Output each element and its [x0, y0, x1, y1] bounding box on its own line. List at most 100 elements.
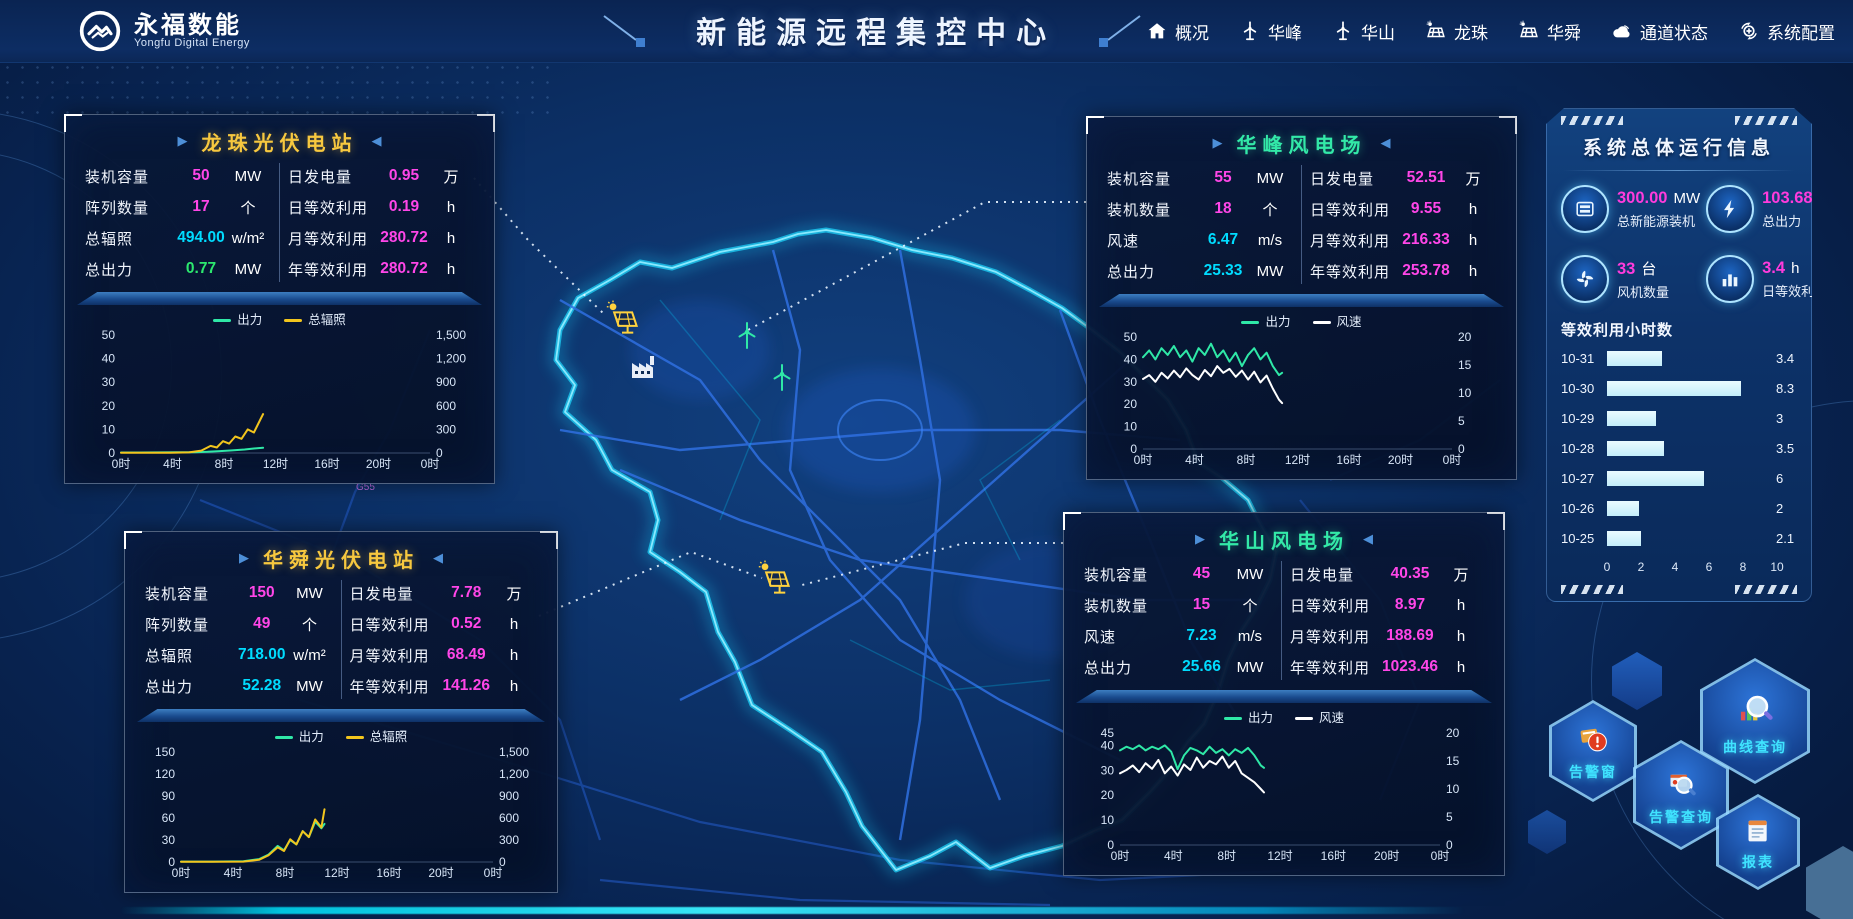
station-line-chart: 出力风速50403020100201510500时4时8时12时16时20时0时 [1097, 309, 1506, 471]
svg-text:8时: 8时 [215, 457, 234, 471]
svg-text:20时: 20时 [366, 457, 391, 471]
stat-value: 17 [177, 198, 225, 216]
nav-item-huashun[interactable]: 华舜 [1518, 19, 1581, 44]
station-stats: 装机容量55MW装机数量18个风速6.47m/s总出力25.33MW日发电量52… [1097, 163, 1506, 290]
bar-track [1607, 381, 1769, 396]
connector-huafeng [748, 202, 1086, 330]
equivalent-hours-bar-chart: 10-313.410-308.310-29310-283.510-27610-2… [1561, 350, 1797, 576]
svg-text:8时: 8时 [1217, 849, 1236, 863]
legend-swatch [284, 319, 302, 322]
alarm-window-button[interactable]: 告警窗 [1549, 700, 1637, 802]
divider-trapezoid [77, 292, 482, 305]
legend-item: 出力 [213, 309, 262, 328]
bar-category-label: 10-31 [1561, 351, 1607, 366]
stat-unit: MW [1227, 566, 1273, 583]
line-chart-svg: 50403020100201510500时4时8时12时16时20时0时 [1099, 331, 1504, 471]
stat-unit: 万 [428, 166, 474, 187]
report-button[interactable]: 报表 [1716, 794, 1800, 890]
connector-huashun [539, 552, 762, 616]
legend-label: 风速 [1337, 315, 1362, 329]
stat-label: 总出力 [85, 259, 177, 280]
panel-huashun-pv-station: ▶华舜光伏电站◀装机容量150MW阵列数量49个总辐照718.00w/m²总出力… [124, 531, 558, 893]
bar-track [1607, 501, 1769, 516]
nav-item-overview[interactable]: 概况 [1146, 19, 1209, 44]
svg-text:20: 20 [1101, 788, 1115, 802]
tile-unit: h [1791, 260, 1799, 277]
map-solar-station-icon-2[interactable] [759, 561, 789, 593]
title-deco-left [598, 10, 654, 50]
map-solar-station-icon[interactable] [607, 301, 637, 333]
svg-text:4时: 4时 [224, 866, 243, 880]
system-stat-tiles: 300.00MW总新能源装机103.68MW总出力33台风机数量3.4h日等效利… [1561, 185, 1797, 303]
stat-row: 年等效利用141.26h [350, 673, 538, 699]
station-stats: 装机容量50MW阵列数量17个总辐照494.00w/m²总出力0.77MW日发电… [75, 161, 484, 288]
bar-chart-x-axis: 0246810 [1607, 560, 1777, 576]
station-line-chart: 出力风速45403020100201510500时4时8时12时16时20时0时 [1074, 705, 1494, 867]
legend-swatch [346, 736, 364, 739]
svg-text:4时: 4时 [1185, 453, 1204, 467]
svg-text:20: 20 [1124, 397, 1138, 411]
stat-label: 总辐照 [85, 228, 177, 249]
svg-text:40: 40 [1124, 352, 1138, 366]
stat-label: 风速 [1084, 626, 1176, 647]
legend-swatch [1313, 321, 1331, 324]
stat-value: 0.19 [380, 198, 428, 216]
nav-item-label: 概况 [1175, 19, 1209, 44]
bar-value: 2.1 [1776, 531, 1794, 546]
nav-item-channel-status[interactable]: 通道状态 [1611, 19, 1708, 44]
logo[interactable]: 永福数能 Yongfu Digital Energy [78, 9, 250, 53]
logo-name-en: Yongfu Digital Energy [134, 38, 250, 50]
svg-text:0时: 0时 [421, 457, 440, 471]
tile-value: 103.68 [1762, 189, 1812, 208]
bar-track [1607, 351, 1769, 366]
hatch-decoration [1561, 116, 1623, 125]
stat-unit: h [1450, 201, 1496, 218]
legend-swatch [1295, 717, 1313, 720]
alarm-query-button[interactable]: 告警查询 [1633, 740, 1729, 850]
svg-text:30: 30 [102, 375, 116, 389]
svg-text:60: 60 [162, 811, 176, 825]
stat-unit: MW [1247, 263, 1293, 280]
divider-trapezoid [137, 709, 545, 722]
button-label: 告警窗 [1569, 762, 1617, 782]
stat-label: 总出力 [1084, 657, 1176, 678]
stat-row: 月等效利用188.69h [1290, 623, 1484, 649]
map-wind-turbine-icon-2[interactable] [775, 365, 790, 390]
stat-row: 装机容量45MW [1084, 561, 1273, 587]
station-title-row: ▶龙珠光伏电站◀ [75, 121, 484, 161]
stat-label: 装机数量 [1107, 199, 1199, 220]
curve-icon [1734, 686, 1776, 734]
tile-value: 3.4 [1762, 259, 1785, 278]
svg-text:12时: 12时 [324, 866, 349, 880]
bar-category-label: 10-29 [1561, 411, 1607, 426]
stat-value: 40.35 [1382, 565, 1438, 583]
stat-value: 0.95 [380, 167, 428, 185]
station-title: 华舜光伏电站 [263, 544, 419, 573]
stats-column: 日发电量40.35万日等效利用8.97h月等效利用188.69h年等效利用102… [1281, 561, 1492, 680]
svg-text:600: 600 [436, 399, 456, 413]
stat-unit: h [491, 647, 537, 664]
divider-trapezoid [1076, 690, 1492, 703]
legend-label: 总辐照 [370, 730, 408, 744]
nav-item-huashan[interactable]: 华山 [1332, 19, 1395, 44]
legend-swatch [275, 736, 293, 739]
svg-text:10: 10 [1124, 420, 1138, 434]
stat-row: 总出力25.66MW [1084, 654, 1273, 680]
station-stats: 装机容量150MW阵列数量49个总辐照718.00w/m²总出力52.28MW日… [135, 578, 547, 705]
nav-item-huafeng[interactable]: 华峰 [1239, 19, 1302, 44]
panel-longzhu-pv-station: ▶龙珠光伏电站◀装机容量50MW阵列数量17个总辐照494.00w/m²总出力0… [64, 114, 495, 484]
svg-text:50: 50 [102, 329, 116, 342]
stat-value: 52.28 [237, 677, 287, 695]
nav-item-system-config[interactable]: 系统配置 [1738, 19, 1835, 44]
stat-value: 718.00 [237, 646, 287, 664]
bar-fill [1607, 531, 1641, 546]
stat-value: 141.26 [442, 677, 492, 695]
hatch-decoration [1735, 116, 1797, 125]
station-title: 华峰风电场 [1237, 129, 1367, 158]
title-arrow-left-icon: ◀ [1381, 135, 1391, 151]
panel-huafeng-wind-farm: ▶华峰风电场◀装机容量55MW装机数量18个风速6.47m/s总出力25.33M… [1086, 116, 1517, 480]
stat-label: 月等效利用 [1310, 230, 1402, 251]
legend-item: 风速 [1313, 311, 1362, 330]
stat-unit: MW [287, 585, 333, 602]
nav-item-longzhu[interactable]: 龙珠 [1425, 19, 1488, 44]
